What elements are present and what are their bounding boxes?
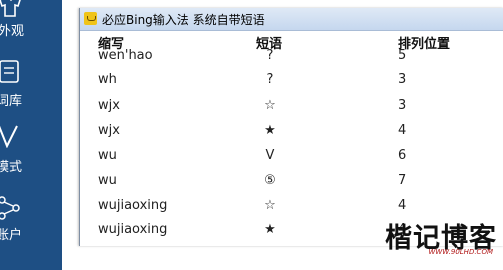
abbreviation-cell: wu (98, 173, 117, 188)
v-mode-icon (0, 125, 18, 148)
sidebar-item-appearance[interactable]: 外观 (0, 0, 62, 40)
sidebar-item-label: 外观 (0, 24, 25, 39)
network-icon (0, 196, 20, 220)
phrase-cell: Ⅴ (265, 148, 275, 163)
table-row[interactable]: wjx ☆ 3 (80, 98, 503, 120)
sidebar-item-mode[interactable]: 模式 (0, 120, 62, 175)
sidebar-item-label: 账户 (0, 228, 23, 243)
abbreviation-cell: wu (98, 148, 117, 163)
position-cell: 4 (398, 123, 407, 138)
table-row[interactable]: wen'hao ? 5 (80, 48, 503, 70)
shirt-icon (0, 0, 21, 17)
abbreviation-cell: wen'hao (98, 48, 153, 63)
position-cell: 7 (398, 173, 407, 188)
table-row[interactable]: wh ? 3 (80, 72, 503, 94)
sidebar-item-dictionary[interactable]: 词库 (0, 58, 62, 109)
sidebar-item-account[interactable]: 账户 (0, 188, 62, 248)
dialog-titlebar[interactable]: 必应Bing输入法 系统自带短语 (80, 8, 503, 31)
position-cell: 3 (398, 72, 407, 87)
table-row[interactable]: wu Ⅴ 6 (80, 148, 503, 170)
sidebar-item-label: 模式 (0, 160, 23, 175)
abbreviation-cell: wujiaoxing (98, 198, 168, 213)
phrase-cell: ★ (264, 123, 276, 138)
position-cell: 3 (398, 98, 407, 113)
phrase-cell: ★ (264, 222, 276, 237)
phrase-cell: ☆ (264, 98, 276, 113)
position-cell: 4 (398, 198, 407, 213)
position-cell: 6 (398, 148, 407, 163)
table-row[interactable]: wu ⑤ 7 (80, 173, 503, 195)
watermark-url: WWW.90LHD.COM (428, 248, 493, 256)
book-icon (0, 60, 19, 83)
dialog-title: 必应Bing输入法 系统自带短语 (102, 13, 265, 27)
table-row[interactable]: wjx ★ 4 (80, 123, 503, 145)
phrase-cell: ⑤ (264, 173, 276, 188)
bing-ime-app-icon (84, 12, 97, 25)
divider (62, 0, 80, 270)
phrase-dialog: 必应Bing输入法 系统自带短语 缩写 短语 排列位置 wen'hao ? 5 … (79, 8, 503, 246)
settings-sidebar: 外观 词库 模式 账户 (0, 0, 62, 270)
abbreviation-cell: wujiaoxing (98, 222, 168, 237)
position-cell: 5 (398, 48, 407, 63)
phrase-cell: ☆ (264, 198, 276, 213)
abbreviation-cell: wh (98, 72, 117, 87)
phrase-cell: ? (266, 72, 274, 87)
abbreviation-cell: wjx (98, 98, 120, 113)
sidebar-item-label: 词库 (0, 94, 23, 109)
phrase-cell: ? (266, 48, 274, 63)
site-watermark: 楷记博客 WWW.90LHD.COM (347, 216, 497, 256)
abbreviation-cell: wjx (98, 123, 120, 138)
